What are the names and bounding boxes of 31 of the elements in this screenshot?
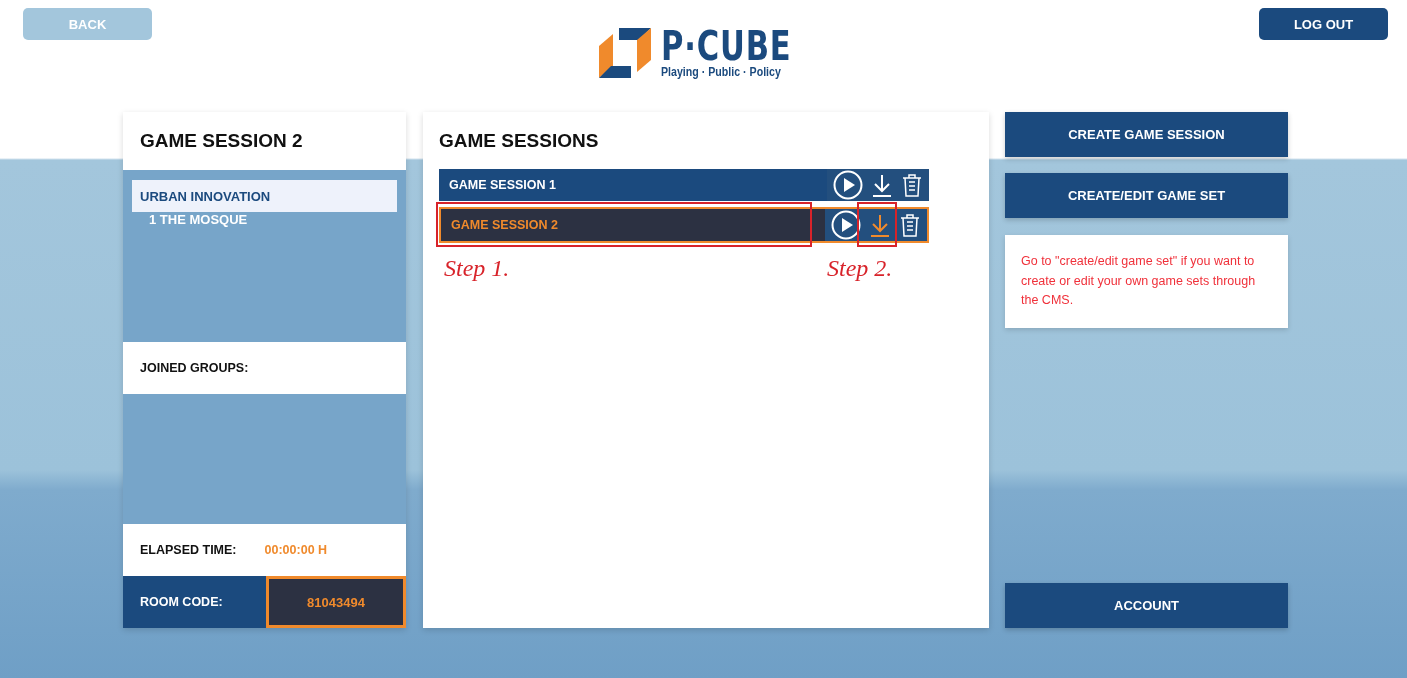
account-button[interactable]: ACCOUNT <box>1005 583 1288 628</box>
step-label: Step 2. <box>827 255 893 282</box>
step-label: Step 1. <box>444 255 510 282</box>
session-row[interactable]: GAME SESSION 1 <box>439 169 929 201</box>
session-name: GAME SESSION 1 <box>448 177 556 194</box>
logo-tagline: Playing · Public · Policy <box>660 65 782 79</box>
elapsed-time-label: ELAPSED TIME: <box>140 543 237 557</box>
help-note: Go to "create/edit game set" if you want to create or edit your own game sets through the CMS. <box>1005 235 1288 328</box>
play-icon <box>831 210 861 240</box>
trash-icon <box>901 172 923 198</box>
joined-groups-label: JOINED GROUPS: <box>140 361 249 375</box>
play-button[interactable] <box>833 170 863 200</box>
room-code: 81043494 <box>266 576 406 628</box>
play-button[interactable] <box>831 210 861 240</box>
panel-title: GAME SESSION 2 <box>140 130 303 152</box>
session-row[interactable]: GAME SESSION 2 <box>439 207 929 243</box>
elapsed-time: 00:00:00 H <box>264 543 328 557</box>
trash-icon <box>899 212 921 238</box>
action-button[interactable]: CREATE/EDIT GAME SET <box>1005 173 1288 218</box>
room-code-label: ROOM CODE: <box>139 594 224 611</box>
logout-button[interactable]: LOG OUT <box>1259 8 1388 40</box>
highlight-frame <box>857 202 897 247</box>
action-button[interactable]: CREATE GAME SESSION <box>1005 112 1288 157</box>
delete-button[interactable] <box>901 172 923 198</box>
logo-title: P·CUBE <box>660 27 792 65</box>
cube-logo-icon <box>596 26 653 80</box>
game-set-item[interactable]: URBAN INNOVATION <box>132 180 397 212</box>
delete-button[interactable] <box>899 212 921 238</box>
play-icon <box>833 170 863 200</box>
session-name: GAME SESSION 2 <box>450 217 558 234</box>
panel-title: GAME SESSIONS <box>439 130 600 152</box>
